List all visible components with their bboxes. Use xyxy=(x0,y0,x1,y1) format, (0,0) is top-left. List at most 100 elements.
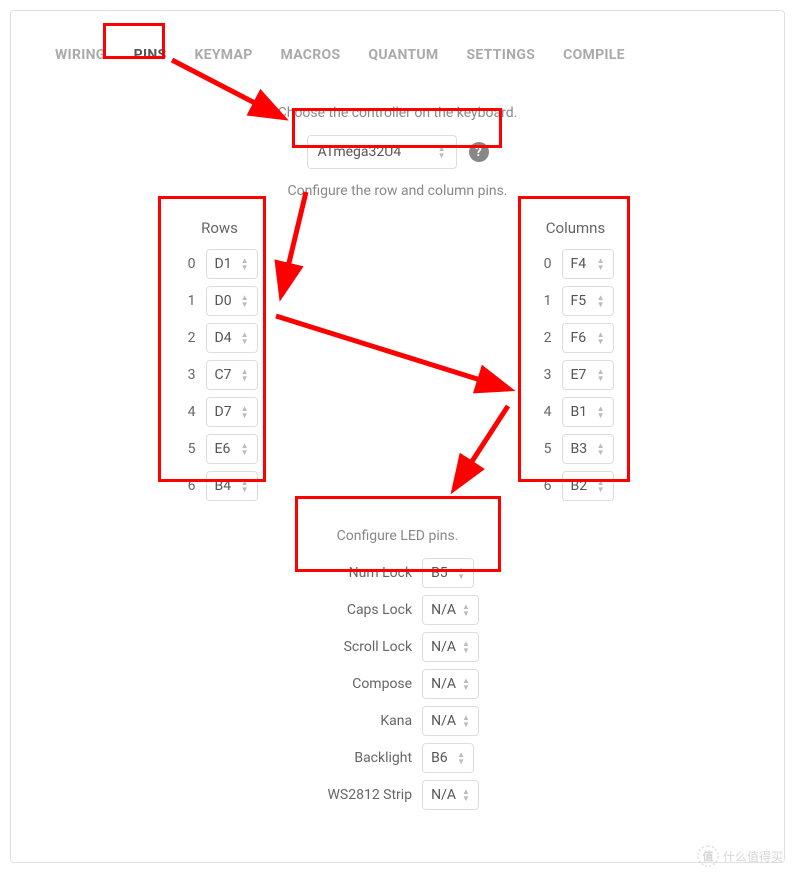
col-pin-row: 5B3▲▼ xyxy=(538,434,614,464)
row-pin-select[interactable]: D7▲▼ xyxy=(206,397,258,427)
led-pin-value: N/A xyxy=(431,676,456,692)
led-pin-select[interactable]: B6 ▲▼ xyxy=(422,743,474,773)
col-pin-select[interactable]: F4 ▲▼ xyxy=(562,249,614,279)
col-pin-select[interactable]: F6▲▼ xyxy=(562,323,614,353)
stepper-icon: ▲▼ xyxy=(241,368,249,382)
pin-value: F4 xyxy=(571,256,587,272)
pin-value: B4 xyxy=(215,478,232,494)
row-pin-row: 3 C7 ▲▼ xyxy=(182,360,258,390)
stepper-icon: ▲▼ xyxy=(241,442,249,456)
pin-value: D7 xyxy=(215,404,232,420)
pin-index: 3 xyxy=(538,367,552,383)
pin-index: 1 xyxy=(538,293,552,309)
pin-index: 5 xyxy=(182,441,196,457)
row-pin-row: 4 D7▲▼ xyxy=(182,397,258,427)
led-pin-select[interactable]: N/A▲▼ xyxy=(422,632,479,662)
led-pin-select[interactable]: B5▲▼ xyxy=(422,558,474,588)
stepper-icon: ▲▼ xyxy=(241,257,249,271)
led-label: Compose xyxy=(316,676,412,692)
pin-index: 4 xyxy=(538,404,552,420)
stepper-icon: ▲▼ xyxy=(462,640,470,654)
led-pin-select[interactable]: N/A ▲▼ xyxy=(422,595,479,625)
stepper-icon: ▲▼ xyxy=(597,257,605,271)
stepper-icon: ▲▼ xyxy=(241,479,249,493)
led-section: Configure LED pins. Num LockB5▲▼ Caps Loc… xyxy=(11,526,784,817)
row-pin-select[interactable]: C7 ▲▼ xyxy=(206,360,258,390)
led-pin-value: B6 xyxy=(431,750,448,766)
col-pin-row: 1 F5 ▲▼ xyxy=(538,286,614,316)
stepper-icon: ▲▼ xyxy=(241,331,249,345)
col-pin-select[interactable]: B2▲▼ xyxy=(562,471,614,501)
pin-index: 6 xyxy=(182,478,196,494)
col-pin-row: 2 F6▲▼ xyxy=(538,323,614,353)
stepper-icon: ▲▼ xyxy=(597,479,605,493)
row-pin-select[interactable]: D4 ▲▼ xyxy=(206,323,258,353)
led-pin-select[interactable]: N/A▲▼ xyxy=(422,780,479,810)
col-pin-select[interactable]: E7▲▼ xyxy=(562,360,614,390)
tab-quantum[interactable]: QUANTUM xyxy=(354,39,452,71)
tab-settings[interactable]: SETTINGS xyxy=(452,39,549,71)
tab-compile[interactable]: COMPILE xyxy=(549,39,639,71)
led-label: WS2812 Strip xyxy=(316,787,412,803)
stepper-icon: ▲▼ xyxy=(597,442,605,456)
col-pin-row: 0F4▲▼ xyxy=(538,249,614,279)
col-pin-row: 4 B1▲▼ xyxy=(538,397,614,427)
pin-index: 3 xyxy=(182,367,196,383)
pin-value: D1 xyxy=(215,256,232,272)
col-pin-row: 6 B2▲▼ xyxy=(538,471,614,501)
row-pin-row: 2 D4 ▲▼ xyxy=(182,323,258,353)
stepper-icon: ▲▼ xyxy=(462,677,470,691)
tab-bar: WIRING PINS KEYMAP MACROS QUANTUM SETTIN… xyxy=(11,11,784,91)
led-row: Scroll Lock N/A▲▼ xyxy=(316,632,479,662)
pin-index: 2 xyxy=(182,330,196,346)
pin-index: 2 xyxy=(538,330,552,346)
led-pin-select[interactable]: N/A ▲▼ xyxy=(422,669,479,699)
col-pin-select[interactable]: B1▲▼ xyxy=(562,397,614,427)
pin-index: 6 xyxy=(538,478,552,494)
pin-value: D4 xyxy=(215,330,232,346)
led-label: Scroll Lock xyxy=(316,639,412,655)
tab-macros[interactable]: MACROS xyxy=(267,39,355,71)
pin-value: F5 xyxy=(571,293,587,309)
stepper-icon: ▲▼ xyxy=(597,294,605,308)
led-row: Backlight B6 ▲▼ xyxy=(316,743,479,773)
controller-row: ATmega32U4 ▲▼ ? xyxy=(11,135,784,169)
led-label: Caps Lock xyxy=(316,602,412,618)
led-row: Num LockB5▲▼ xyxy=(316,558,479,588)
main-panel: WIRING PINS KEYMAP MACROS QUANTUM SETTIN… xyxy=(10,10,785,863)
row-pin-select[interactable]: E6 ▲▼ xyxy=(206,434,258,464)
row-pin-row: 1D0▲▼ xyxy=(182,286,258,316)
led-row: WS2812 Strip N/A▲▼ xyxy=(316,780,479,810)
tab-keymap[interactable]: KEYMAP xyxy=(180,39,266,71)
tab-wiring[interactable]: WIRING xyxy=(41,39,120,71)
rows-column: Rows 0D1▲▼1D0▲▼2D4▲▼3C7▲▼4D7▲▼5E6▲▼6B4▲▼ xyxy=(182,219,258,508)
led-pin-value: B5 xyxy=(431,565,448,581)
stepper-icon: ▲▼ xyxy=(462,603,470,617)
led-row: Compose N/A ▲▼ xyxy=(316,669,479,699)
row-pin-select[interactable]: D0▲▼ xyxy=(206,286,258,316)
row-pin-select[interactable]: B4 ▲▼ xyxy=(206,471,258,501)
led-label: Backlight xyxy=(316,750,412,766)
led-label: Configure LED pins. xyxy=(337,528,459,544)
col-pin-row: 3 E7▲▼ xyxy=(538,360,614,390)
pin-value: C7 xyxy=(215,367,232,383)
help-icon[interactable]: ? xyxy=(469,142,489,162)
cols-column: Columns 0F4▲▼1F5▲▼2F6▲▼3E7▲▼4B1▲▼5B3▲▼6B… xyxy=(538,219,614,508)
tab-pins[interactable]: PINS xyxy=(120,39,181,71)
pin-value: E6 xyxy=(215,441,231,457)
pins-layout: Rows 0D1▲▼1D0▲▼2D4▲▼3C7▲▼4D7▲▼5E6▲▼6B4▲▼… xyxy=(11,213,784,526)
pin-value: D0 xyxy=(215,293,232,309)
stepper-icon: ▲▼ xyxy=(462,714,470,728)
stepper-icon: ▲▼ xyxy=(597,331,605,345)
col-pin-select[interactable]: F5 ▲▼ xyxy=(562,286,614,316)
row-pin-row: 0D1▲▼ xyxy=(182,249,258,279)
controller-select[interactable]: ATmega32U4 ▲▼ xyxy=(307,135,457,169)
stepper-icon: ▲▼ xyxy=(457,751,465,765)
col-pin-select[interactable]: B3▲▼ xyxy=(562,434,614,464)
led-pin-select[interactable]: N/A▲▼ xyxy=(422,706,479,736)
pin-index: 4 xyxy=(182,404,196,420)
led-pin-value: N/A xyxy=(431,602,456,618)
controller-value: ATmega32U4 xyxy=(318,144,402,160)
row-pin-select[interactable]: D1 ▲▼ xyxy=(206,249,258,279)
cols-title: Columns xyxy=(546,219,605,237)
